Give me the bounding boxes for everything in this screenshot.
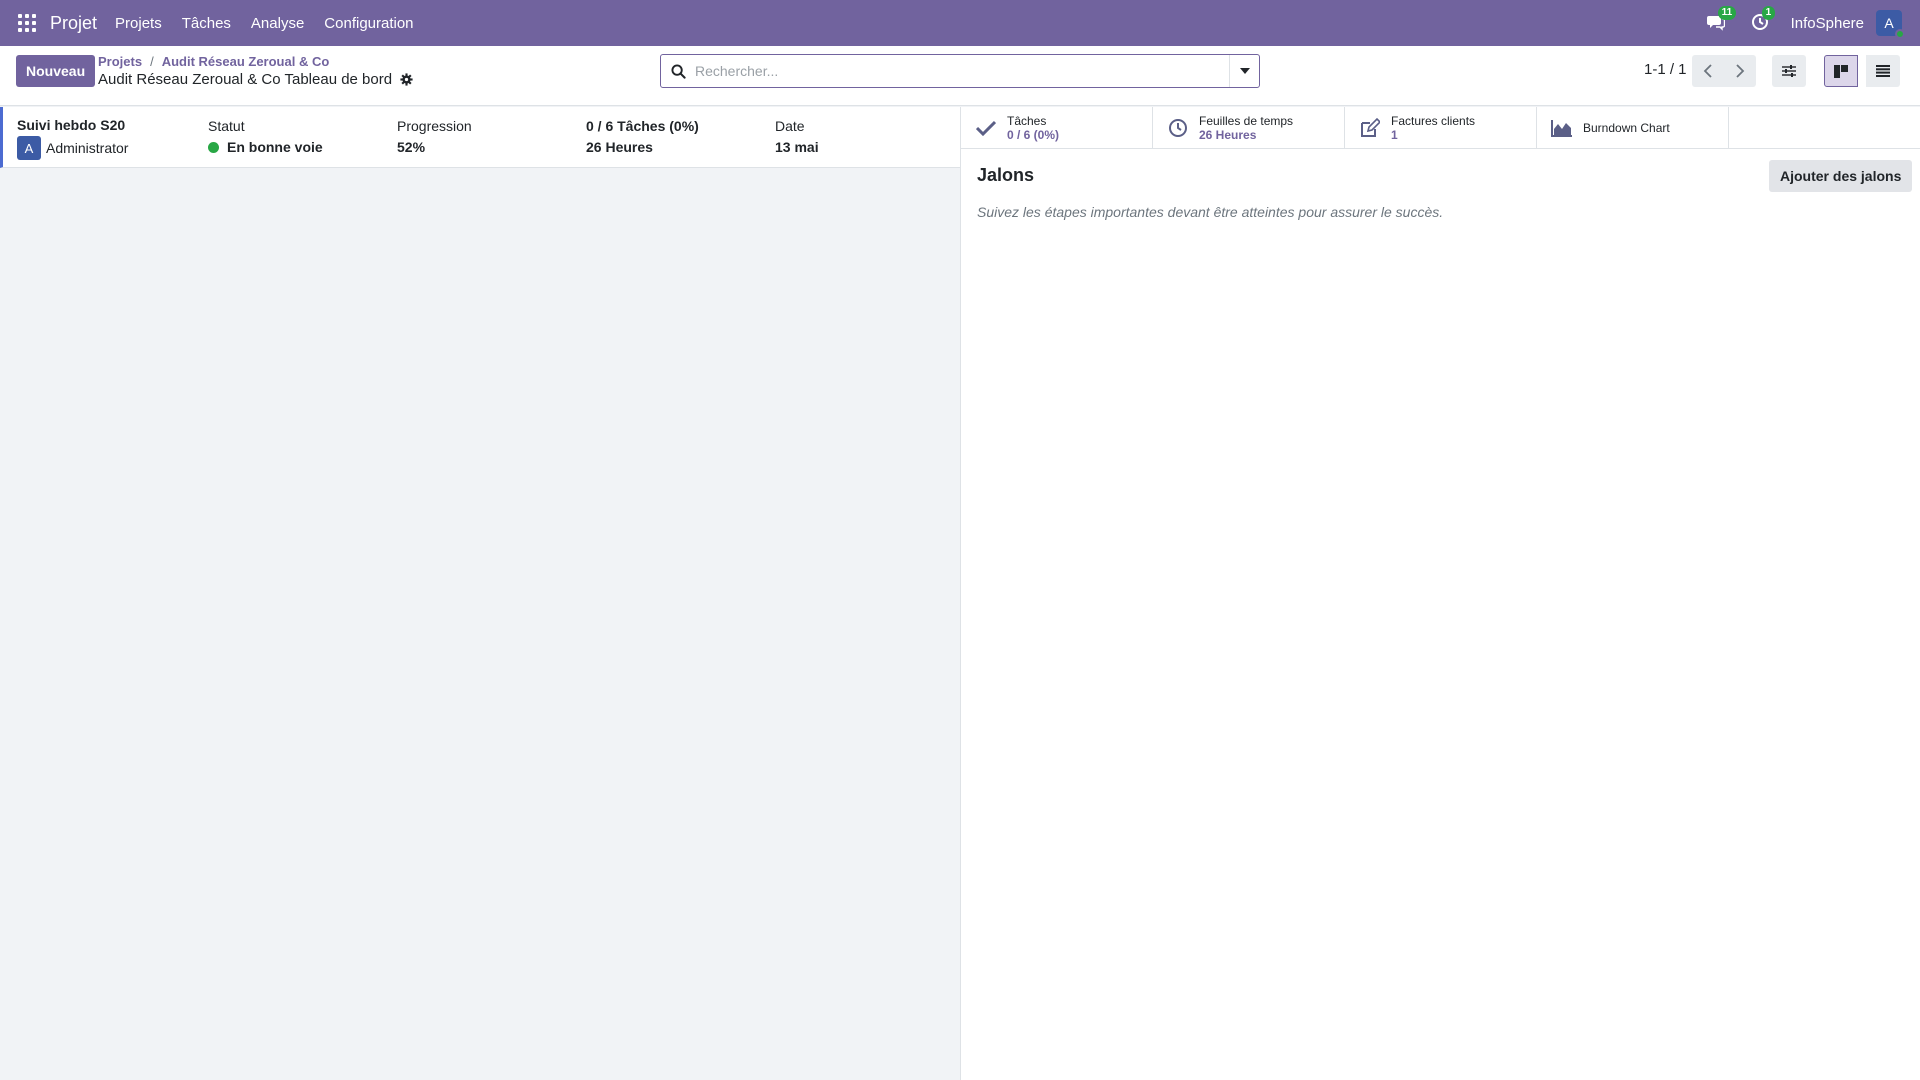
- menu-configuration[interactable]: Configuration: [314, 15, 423, 32]
- company-switcher[interactable]: InfoSphere: [1791, 15, 1864, 32]
- project-update-row[interactable]: Suivi hebdo S20 A Administrator Statut E…: [0, 107, 960, 168]
- stat-timesheets-value: 26 Heures: [1199, 128, 1257, 142]
- milestones-help-text: Suivez les étapes importantes devant êtr…: [977, 204, 1444, 220]
- search-bar: [660, 54, 1260, 88]
- page-title-text: Audit Réseau Zeroual & Co Tableau de bor…: [98, 71, 393, 88]
- pager-next-button[interactable]: [1724, 55, 1756, 87]
- search-icon-wrap: [661, 63, 695, 79]
- status-label: Statut: [208, 118, 245, 134]
- status-column: Statut En bonne voie: [208, 118, 323, 155]
- check-icon: [976, 120, 996, 136]
- status-text: En bonne voie: [227, 139, 323, 155]
- search-options-toggle[interactable]: [1229, 55, 1259, 87]
- sliders-icon: [1782, 65, 1796, 77]
- stat-tasks-label: Tâches: [1007, 114, 1047, 128]
- author-avatar: A: [17, 136, 41, 160]
- stat-burndown-button[interactable]: Burndown Chart: [1537, 107, 1729, 149]
- page-title: Audit Réseau Zeroual & Co Tableau de bor…: [98, 71, 413, 88]
- project-updates-panel: Suivi hebdo S20 A Administrator Statut E…: [0, 107, 960, 1080]
- breadcrumb-project[interactable]: Audit Réseau Zeroual & Co: [162, 54, 330, 69]
- stat-tasks-value: 0 / 6 (0%): [1007, 128, 1060, 142]
- menu-projets[interactable]: Projets: [105, 15, 172, 32]
- milestones-title: Jalons: [977, 165, 1035, 185]
- activities-badge: 1: [1761, 6, 1776, 20]
- tasks-value: 0 / 6 Tâches (0%): [586, 118, 699, 134]
- date-value: 13 mai: [775, 139, 819, 155]
- breadcrumb: Projets / Audit Réseau Zeroual & Co: [98, 54, 329, 69]
- stat-timesheets-button[interactable]: Feuilles de temps 26 Heures: [1153, 107, 1345, 149]
- kanban-icon: [1834, 64, 1848, 78]
- app-name[interactable]: Projet: [50, 13, 97, 34]
- search-icon: [670, 63, 686, 79]
- stat-invoices-value: 1: [1391, 128, 1398, 142]
- app-grid-icon[interactable]: [18, 14, 36, 32]
- update-title: Suivi hebdo S20: [17, 117, 126, 133]
- chevron-right-icon: [1736, 64, 1745, 78]
- progress-value: 52%: [397, 139, 426, 155]
- stat-invoices-button[interactable]: Factures clients 1: [1345, 107, 1537, 149]
- add-milestones-button[interactable]: Ajouter des jalons: [1769, 160, 1913, 192]
- date-column: Date 13 mai: [775, 118, 819, 155]
- top-navbar: Projet Projets Tâches Analyse Configurat…: [0, 0, 1920, 46]
- pager-value[interactable]: 1-1 / 1: [1644, 61, 1687, 78]
- new-button[interactable]: Nouveau: [16, 55, 96, 87]
- project-dashboard-panel: Tâches 0 / 6 (0%) Feuilles de temps 26 H…: [960, 107, 1920, 1080]
- breadcrumb-separator: /: [150, 54, 154, 69]
- stat-buttons-bar: Tâches 0 / 6 (0%) Feuilles de temps 26 H…: [961, 107, 1920, 149]
- messages-badge: 11: [1717, 6, 1737, 20]
- hours-value: 26 Heures: [586, 139, 653, 155]
- author-name: Administrator: [46, 140, 129, 156]
- breadcrumb-projets[interactable]: Projets: [98, 54, 142, 69]
- stat-burndown-label: Burndown Chart: [1583, 121, 1670, 135]
- status-value: En bonne voie: [208, 139, 323, 155]
- list-view-button[interactable]: [1866, 55, 1900, 87]
- kanban-view-button[interactable]: [1824, 55, 1858, 87]
- pager-previous-button[interactable]: [1692, 55, 1724, 87]
- caret-down-icon: [1239, 68, 1250, 74]
- activities-button[interactable]: 1: [1751, 6, 1776, 33]
- stat-timesheets-label: Feuilles de temps: [1199, 114, 1294, 128]
- progress-column: Progression 52%: [397, 118, 472, 155]
- messages-button[interactable]: 11: [1706, 6, 1737, 33]
- status-dot-icon: [208, 141, 219, 153]
- area-chart-icon: [1551, 120, 1572, 137]
- user-initial: A: [1884, 15, 1894, 31]
- update-author: A Administrator: [17, 136, 128, 160]
- gear-icon[interactable]: [400, 73, 413, 86]
- search-input[interactable]: [695, 63, 1229, 79]
- control-panel: Nouveau Projets / Audit Réseau Zeroual & C…: [0, 46, 1920, 106]
- view-settings-button[interactable]: [1772, 55, 1806, 87]
- online-status-icon: [1895, 29, 1905, 39]
- date-label: Date: [775, 118, 805, 134]
- clock-icon: [1169, 119, 1187, 137]
- progress-label: Progression: [397, 118, 472, 134]
- tasks-column: 0 / 6 Tâches (0%) 26 Heures: [586, 118, 699, 155]
- menu-analyse[interactable]: Analyse: [241, 15, 314, 32]
- stat-invoices-label: Factures clients: [1391, 114, 1476, 128]
- user-avatar[interactable]: A: [1876, 10, 1905, 39]
- menu-taches[interactable]: Tâches: [172, 15, 241, 32]
- stat-tasks-button[interactable]: Tâches 0 / 6 (0%): [961, 107, 1153, 149]
- edit-icon: [1361, 118, 1380, 137]
- list-icon: [1876, 65, 1890, 77]
- chevron-left-icon: [1703, 64, 1712, 78]
